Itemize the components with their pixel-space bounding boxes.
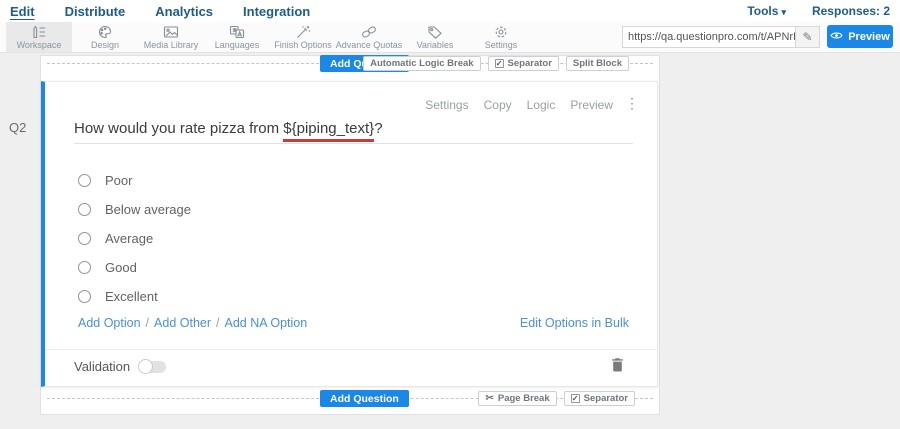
translate-icon bbox=[229, 25, 245, 39]
palette-icon bbox=[97, 25, 113, 39]
add-question-button-bottom[interactable]: Add Question bbox=[320, 390, 409, 407]
automatic-logic-break-button[interactable]: Automatic Logic Break bbox=[363, 56, 480, 71]
piping-token[interactable]: ${piping_text} bbox=[283, 120, 374, 142]
edit-options-in-bulk-link[interactable]: Edit Options in Bulk bbox=[520, 316, 629, 330]
edit-url-button[interactable]: ✎ bbox=[795, 27, 819, 47]
question-preview-button[interactable]: Preview bbox=[570, 98, 613, 112]
question-logic-button[interactable]: Logic bbox=[527, 98, 556, 112]
validation-toggle[interactable] bbox=[139, 361, 166, 373]
more-options-icon[interactable]: ⋮ bbox=[625, 95, 639, 112]
checkbox-checked-icon: ✓ bbox=[571, 394, 580, 403]
option-row[interactable]: Good bbox=[78, 253, 191, 282]
option-label[interactable]: Good bbox=[105, 260, 137, 275]
option-label[interactable]: Average bbox=[105, 231, 153, 246]
link-separator: / bbox=[216, 316, 219, 330]
nav-tab-distribute[interactable]: Distribute bbox=[65, 4, 126, 19]
toolbar-tab-media-library[interactable]: Media Library bbox=[138, 22, 204, 52]
nav-tab-edit[interactable]: Edit bbox=[10, 4, 35, 19]
question-copy-button[interactable]: Copy bbox=[484, 98, 512, 112]
radio-icon[interactable] bbox=[78, 232, 91, 245]
toolbar-tab-settings[interactable]: Settings bbox=[468, 22, 534, 52]
tag-icon bbox=[427, 25, 443, 39]
trash-icon bbox=[611, 359, 624, 376]
link-separator: / bbox=[146, 316, 149, 330]
question-number-label: Q2 bbox=[9, 120, 26, 135]
option-row[interactable]: Excellent bbox=[78, 282, 191, 311]
question-settings-button[interactable]: Settings bbox=[425, 98, 468, 112]
toolbar-tab-languages[interactable]: Languages bbox=[204, 22, 270, 52]
eye-icon bbox=[830, 31, 843, 43]
toolbar-tab-variables[interactable]: Variables bbox=[402, 22, 468, 52]
toolbar-tab-finish-options[interactable]: Finish Options bbox=[270, 22, 336, 52]
survey-url-input[interactable]: https://qa.questionpro.com/t/APNrFZgR bbox=[623, 31, 795, 43]
bottom-insert-bar: Add Question ✂ Page Break ✓ Separator bbox=[41, 390, 659, 409]
page-break-button[interactable]: ✂ Page Break bbox=[478, 391, 556, 406]
separator-toggle-top[interactable]: ✓ Separator bbox=[488, 56, 559, 71]
nav-tab-integration[interactable]: Integration bbox=[243, 4, 310, 19]
question-card: Settings Copy Logic Preview ⋮ How would … bbox=[41, 81, 658, 387]
add-option-links: Add Option / Add Other / Add NA Option bbox=[78, 316, 307, 330]
question-text-input[interactable]: How would you rate pizza from ${piping_t… bbox=[74, 120, 633, 144]
tools-menu[interactable]: Tools▾ bbox=[747, 4, 786, 18]
radio-icon[interactable] bbox=[78, 174, 91, 187]
top-insert-bar: Add Question Automatic Logic Break ✓ Sep… bbox=[41, 55, 659, 74]
question-text: How would you rate pizza from bbox=[74, 120, 283, 137]
pencil-icon: ✎ bbox=[802, 30, 812, 44]
question-text-suffix: ? bbox=[374, 120, 382, 137]
option-label[interactable]: Excellent bbox=[105, 289, 158, 304]
validation-control: Validation bbox=[74, 359, 166, 374]
toolbar-tab-advance-quotas[interactable]: Advance Quotas bbox=[336, 22, 402, 52]
survey-editor-window: Edit Distribute Analytics Integration To… bbox=[0, 0, 900, 429]
option-row[interactable]: Poor bbox=[78, 166, 191, 195]
scissors-icon: ✂ bbox=[485, 393, 493, 404]
question-card-menu: Settings Copy Logic Preview bbox=[425, 98, 613, 112]
option-row[interactable]: Below average bbox=[78, 195, 191, 224]
top-nav-right: Tools▾ Responses: 2 bbox=[747, 4, 890, 18]
chain-icon bbox=[361, 25, 377, 39]
wand-icon bbox=[295, 25, 311, 39]
option-row[interactable]: Average bbox=[78, 224, 191, 253]
top-nav: Edit Distribute Analytics Integration To… bbox=[0, 0, 900, 22]
gear-icon bbox=[493, 25, 509, 39]
radio-icon[interactable] bbox=[78, 261, 91, 274]
option-label[interactable]: Poor bbox=[105, 173, 132, 188]
nav-tab-analytics[interactable]: Analytics bbox=[155, 4, 213, 19]
preview-button[interactable]: Preview bbox=[827, 25, 893, 48]
toolbar-tab-workspace[interactable]: Workspace bbox=[6, 22, 72, 52]
workspace-icon bbox=[31, 25, 47, 39]
image-icon bbox=[163, 25, 179, 39]
toolbar-tab-design[interactable]: Design bbox=[72, 22, 138, 52]
radio-icon[interactable] bbox=[78, 203, 91, 216]
validation-label: Validation bbox=[74, 359, 130, 374]
split-block-button[interactable]: Split Block bbox=[566, 56, 629, 71]
chevron-down-icon: ▾ bbox=[781, 7, 786, 17]
answer-options-list: Poor Below average Average Good Excellen… bbox=[78, 166, 191, 311]
checkbox-checked-icon: ✓ bbox=[495, 59, 504, 68]
survey-block-canvas: Add Question Automatic Logic Break ✓ Sep… bbox=[40, 55, 660, 415]
responses-count[interactable]: Responses: 2 bbox=[812, 4, 890, 18]
separator-toggle-bottom[interactable]: ✓ Separator bbox=[564, 391, 635, 406]
toggle-knob bbox=[138, 359, 153, 374]
add-na-option-link[interactable]: Add NA Option bbox=[225, 316, 308, 330]
survey-url-box: https://qa.questionpro.com/t/APNrFZgR ✎ bbox=[622, 26, 820, 48]
add-option-link[interactable]: Add Option bbox=[78, 316, 141, 330]
radio-icon[interactable] bbox=[78, 290, 91, 303]
card-footer-divider bbox=[45, 349, 657, 350]
delete-question-button[interactable] bbox=[611, 357, 624, 377]
add-other-link[interactable]: Add Other bbox=[154, 316, 211, 330]
option-label[interactable]: Below average bbox=[105, 202, 191, 217]
